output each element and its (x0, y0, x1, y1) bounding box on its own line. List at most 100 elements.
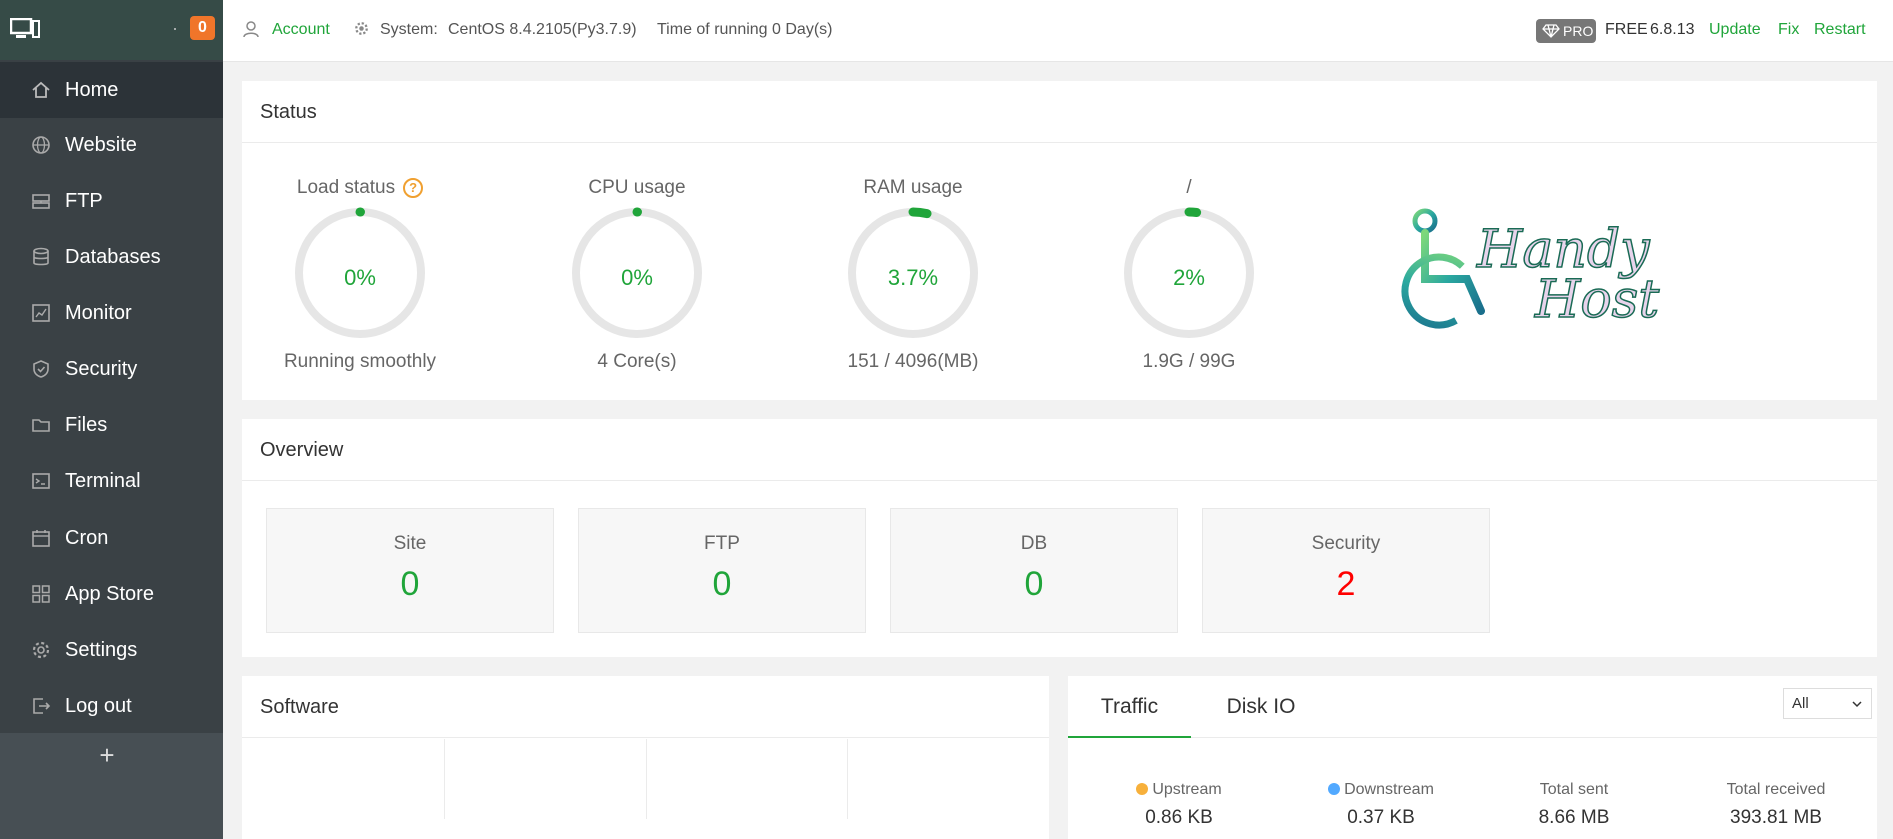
sidebar-item-label: Cron (65, 526, 109, 549)
card-label: Site (393, 533, 427, 554)
sidebar-item-settings[interactable]: Settings (0, 622, 223, 678)
sidebar-item-website[interactable]: Website (0, 117, 223, 173)
gauge-load[interactable]: Load status? 0% Running smoothly (260, 177, 460, 373)
sidebar-item-terminal[interactable]: Terminal (0, 453, 223, 509)
gauge-value: 3.7% (887, 265, 939, 290)
logout-icon (31, 696, 51, 716)
sidebar-item-label: Databases (65, 245, 161, 268)
status-panel: Status Load status? 0% Running smoothly … (242, 81, 1877, 400)
gauge-value: 0% (344, 265, 376, 290)
shield-icon (31, 359, 51, 379)
traffic-panel: Traffic Disk IO All Upstream 0.86 KB Dow… (1068, 676, 1877, 839)
sidebar-item-cron[interactable]: Cron (0, 510, 223, 566)
database-icon (31, 247, 51, 267)
gauge-cpu[interactable]: CPU usage 0% 4 Core(s) (537, 177, 737, 373)
gear-icon (31, 640, 51, 660)
user-icon (243, 21, 259, 38)
pro-badge[interactable]: PRO (1536, 19, 1596, 43)
gauge-subtitle: 4 Core(s) (597, 351, 677, 372)
sidebar-header: 0 (0, 0, 223, 60)
add-shortcut-button[interactable]: + (95, 742, 119, 768)
monitor-chart-icon (31, 303, 51, 323)
overview-panel: Overview Site 0 FTP 0 DB 0 Security 2 (242, 419, 1877, 657)
overview-card-ftp[interactable]: FTP 0 (578, 508, 866, 633)
sidebar-item-ftp[interactable]: FTP (0, 173, 223, 229)
top-bar: Account System: CentOS 8.4.2105(Py3.7.9)… (223, 0, 1893, 62)
fix-link[interactable]: Fix (1778, 21, 1799, 39)
system-label: System: (380, 21, 438, 38)
notification-badge[interactable]: 0 (190, 16, 215, 40)
sidebar-item-label: Files (65, 413, 108, 436)
sidebar-item-databases[interactable]: Databases (0, 229, 223, 285)
grid-icon (31, 584, 51, 604)
overview-card-security[interactable]: Security 2 (1202, 508, 1490, 633)
restart-link[interactable]: Restart (1814, 21, 1866, 39)
chevron-down-icon (1852, 701, 1862, 708)
edition-label: FREE (1605, 21, 1648, 38)
sidebar-item-home[interactable]: Home (0, 62, 223, 118)
gauge-disk[interactable]: / 2% 1.9G / 99G (1089, 177, 1289, 373)
monitor-icon[interactable] (10, 18, 40, 40)
sidebar-item-label: App Store (65, 582, 154, 605)
stat-label: Downstream (1281, 781, 1481, 799)
home-icon (31, 80, 51, 100)
software-title: Software (242, 676, 1049, 738)
gear-icon (355, 22, 368, 35)
stat-label: Upstream (1079, 781, 1279, 799)
tab-traffic[interactable]: Traffic (1068, 676, 1191, 738)
account-link[interactable]: Account (272, 21, 330, 39)
card-label: Security (1311, 533, 1381, 554)
software-divider (444, 739, 445, 819)
stat-value: 393.81 MB (1730, 807, 1822, 828)
status-dot (174, 28, 176, 30)
software-divider (847, 739, 848, 819)
help-icon[interactable]: ? (403, 177, 424, 198)
terminal-icon (31, 471, 51, 491)
sidebar-item-label: Terminal (65, 469, 141, 492)
card-label: FTP (704, 533, 740, 554)
diamond-icon (1542, 24, 1560, 38)
sidebar-item-logout[interactable]: Log out (0, 678, 223, 734)
gauge-value: 2% (1173, 265, 1205, 290)
card-value: 0 (1024, 565, 1044, 603)
sidebar-item-monitor[interactable]: Monitor (0, 285, 223, 341)
software-divider (646, 739, 647, 819)
folder-icon (31, 415, 51, 435)
gauge-title: Load status? (260, 177, 460, 203)
card-label: DB (1020, 533, 1048, 554)
sidebar-item-label: Settings (65, 638, 138, 661)
gauge-title: RAM usage (863, 177, 963, 198)
svg-text:Host: Host (1534, 270, 1659, 330)
stat-value: 0.86 KB (1145, 807, 1213, 828)
overview-card-site[interactable]: Site 0 (266, 508, 554, 633)
software-panel: Software (242, 676, 1049, 839)
gauge-ram[interactable]: RAM usage 3.7% 151 / 4096(MB) (813, 177, 1013, 373)
stat-label: Total received (1726, 781, 1826, 798)
stat-value: 0.37 KB (1347, 807, 1415, 828)
pro-label: PRO (1563, 23, 1594, 39)
system-value: CentOS 8.4.2105(Py3.7.9) (448, 21, 637, 38)
handy-host-logo: Handy Host (1401, 208, 1660, 331)
ftp-icon (31, 191, 51, 211)
update-link[interactable]: Update (1709, 21, 1761, 39)
overview-card-db[interactable]: DB 0 (890, 508, 1178, 633)
gauge-subtitle: 1.9G / 99G (1142, 351, 1236, 372)
globe-icon (31, 135, 51, 155)
downstream-legend-dot (1328, 783, 1341, 795)
running-time: Time of running 0 Day(s) (657, 21, 833, 38)
status-title: Status (242, 81, 1877, 143)
sidebar-footer: + (0, 733, 223, 839)
sidebar-item-app-store[interactable]: App Store (0, 566, 223, 622)
sidebar-item-security[interactable]: Security (0, 341, 223, 397)
gauge-title: CPU usage (588, 177, 686, 198)
version-label: 6.8.13 (1650, 21, 1695, 38)
sidebar-item-files[interactable]: Files (0, 397, 223, 453)
tab-disk-io[interactable]: Disk IO (1191, 676, 1331, 738)
stat-downstream: Downstream 0.37 KB (1281, 781, 1481, 829)
card-value: 0 (712, 565, 732, 603)
select-value: All (1792, 695, 1809, 712)
sidebar-item-label: Security (65, 357, 138, 380)
sidebar-item-label: FTP (65, 189, 103, 212)
interface-select[interactable]: All (1783, 688, 1872, 719)
sidebar: 0 Home Website FTP Databases Monitor Sec… (0, 0, 223, 839)
